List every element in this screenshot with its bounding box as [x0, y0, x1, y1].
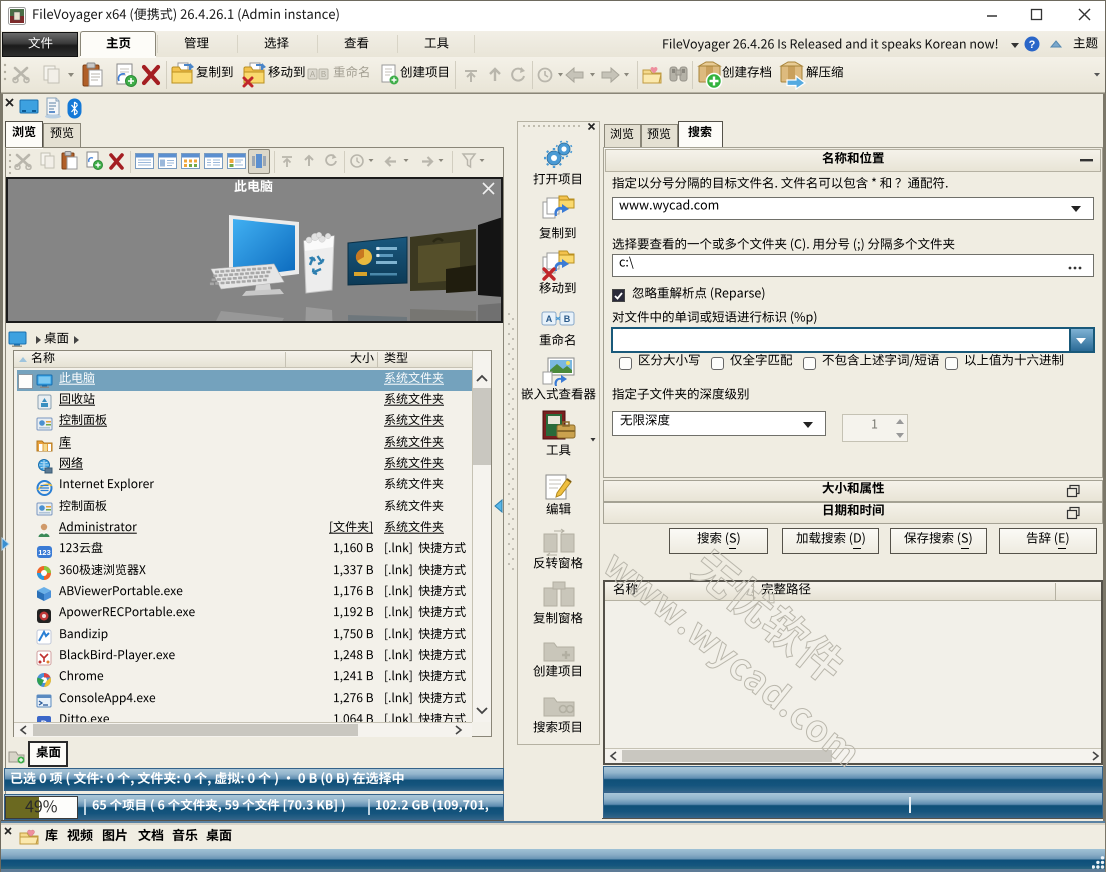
svg-text:123: 123	[38, 548, 51, 557]
svg-text:B: B	[564, 314, 571, 324]
svg-text:?: ?	[1029, 39, 1036, 51]
svg-text:A: A	[310, 70, 316, 79]
svg-text:B: B	[321, 70, 326, 79]
svg-text:A: A	[546, 314, 553, 324]
